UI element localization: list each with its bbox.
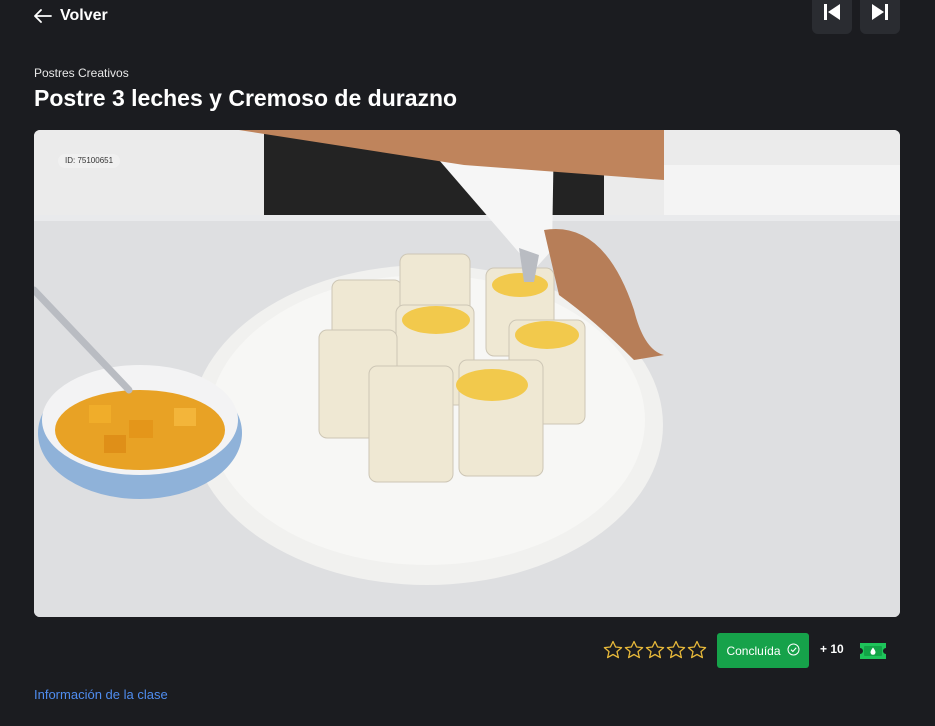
skip-previous-icon bbox=[823, 3, 841, 26]
class-info-link[interactable]: Información de la clase bbox=[34, 687, 168, 702]
back-label: Volver bbox=[60, 7, 108, 24]
completed-button[interactable]: Concluída bbox=[717, 633, 809, 668]
star-icon[interactable] bbox=[666, 640, 686, 665]
previous-lesson-button[interactable] bbox=[812, 0, 852, 34]
video-player[interactable]: ID: 75100651 bbox=[34, 130, 900, 617]
star-icon[interactable] bbox=[624, 640, 644, 665]
arrow-left-icon bbox=[34, 9, 52, 23]
video-id-badge: ID: 75100651 bbox=[58, 154, 121, 168]
completed-label: Concluída bbox=[726, 643, 781, 658]
course-category: Postres Creativos bbox=[34, 66, 129, 80]
points-label: + 10 bbox=[820, 642, 844, 656]
skip-next-icon bbox=[871, 3, 889, 26]
star-rating[interactable] bbox=[603, 640, 707, 665]
star-icon[interactable] bbox=[687, 640, 707, 665]
star-icon[interactable] bbox=[603, 640, 623, 665]
back-button[interactable]: Volver bbox=[34, 5, 108, 27]
check-circle-icon bbox=[787, 643, 800, 659]
next-lesson-button[interactable] bbox=[860, 0, 900, 34]
star-icon[interactable] bbox=[645, 640, 665, 665]
lesson-title: Postre 3 leches y Cremoso de durazno bbox=[34, 85, 458, 111]
ticket-icon bbox=[858, 640, 888, 667]
video-frame bbox=[34, 130, 900, 617]
